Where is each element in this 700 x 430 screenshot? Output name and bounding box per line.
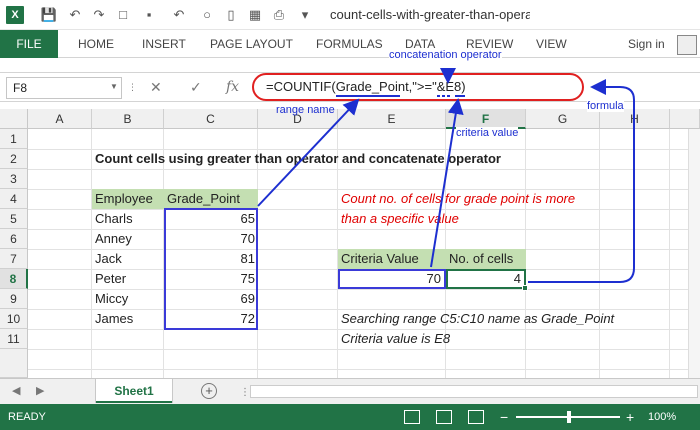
page-layout-view-icon[interactable] — [436, 410, 452, 424]
zoom-out-button[interactable]: − — [500, 404, 508, 430]
criteria-value-label: criteria value — [456, 127, 519, 139]
zoom-level[interactable]: 100% — [648, 404, 676, 430]
formula-label: formula — [587, 100, 624, 112]
range-name-label: range name — [276, 104, 335, 116]
normal-view-icon[interactable] — [404, 410, 420, 424]
zoom-in-button[interactable]: + — [626, 404, 634, 430]
formula-arrow — [528, 79, 635, 283]
page-break-view-icon[interactable] — [468, 410, 484, 424]
add-sheet-button[interactable]: + — [201, 383, 217, 399]
zoom-slider-thumb[interactable] — [567, 411, 571, 423]
vertical-scrollbar[interactable] — [688, 129, 700, 378]
status-bar: READY − + 100% — [0, 404, 700, 430]
concatenation-operator-label: concatenation operator — [389, 49, 502, 61]
scroll-left-icon[interactable]: ◀ — [12, 384, 20, 397]
criteria-arrow — [430, 98, 464, 268]
status-ready: READY — [8, 411, 46, 423]
annotation-arrows — [257, 68, 635, 283]
tab-split-handle-icon[interactable]: ⋮ — [240, 387, 250, 398]
horizontal-scrollbar[interactable] — [250, 385, 698, 398]
scroll-right-icon[interactable]: ▶ — [36, 384, 44, 397]
tab-sheet1[interactable]: Sheet1 — [96, 379, 172, 403]
sheet-tab-bar: ◀ ▶ Sheet1 + ⋮ — [0, 378, 700, 404]
